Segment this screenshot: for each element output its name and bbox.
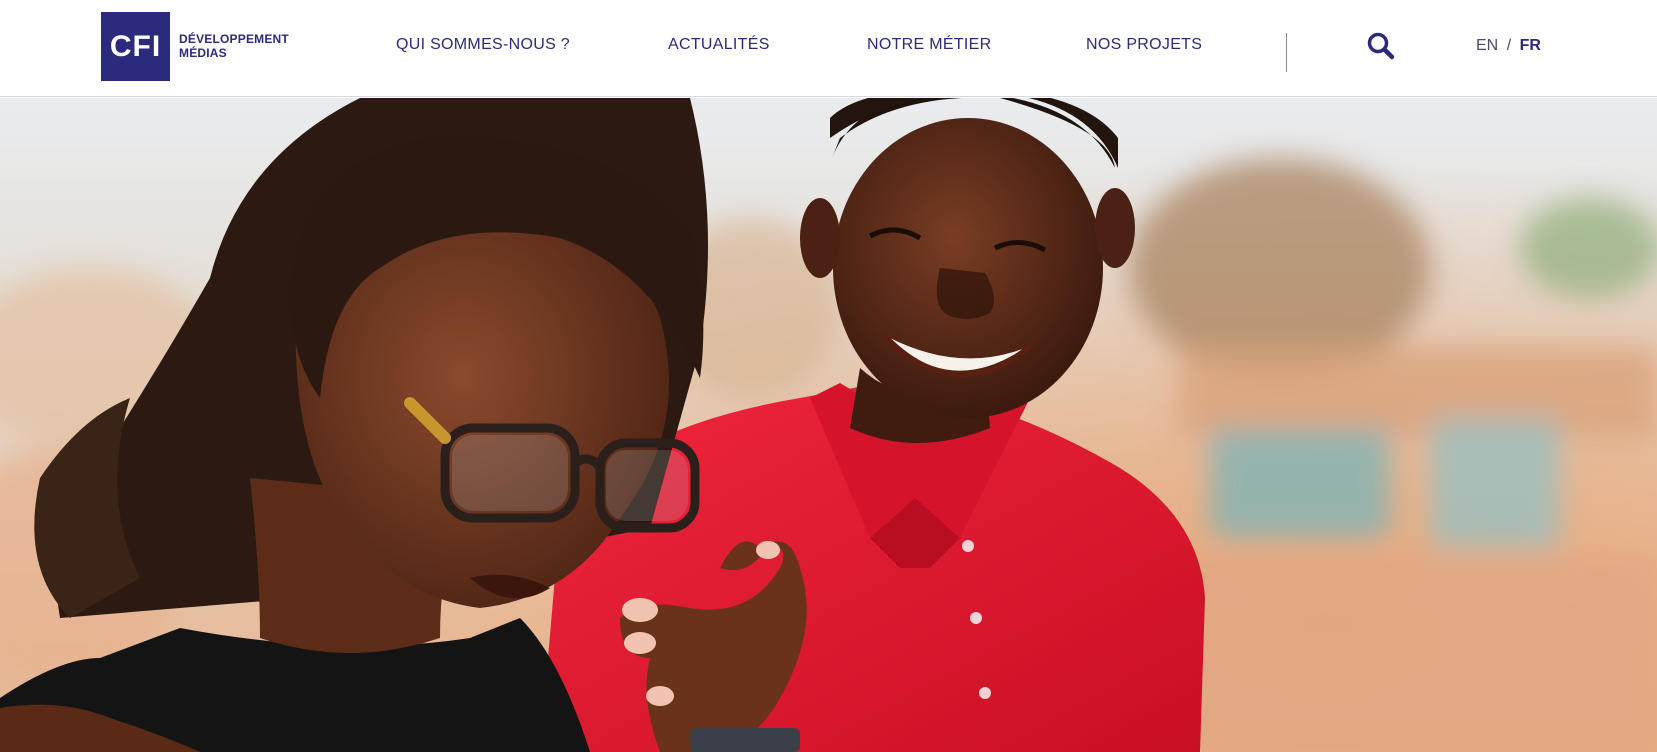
language-en[interactable]: EN — [1476, 37, 1498, 54]
nav-item-actualites[interactable]: ACTUALITÉS — [668, 36, 770, 54]
logo-tagline-line2: MÉDIAS — [179, 46, 227, 60]
language-switcher: EN / FR — [1476, 37, 1541, 55]
nav-item-notre-metier[interactable]: NOTRE MÉTIER — [867, 36, 992, 54]
nav-item-nos-projets[interactable]: NOS PROJETS — [1086, 36, 1202, 54]
hero-image — [0, 98, 1657, 752]
hero-photo — [0, 98, 1657, 752]
search-icon — [1367, 32, 1395, 60]
language-fr[interactable]: FR — [1520, 37, 1541, 54]
language-separator: / — [1506, 37, 1512, 54]
nav-divider — [1286, 33, 1287, 72]
logo-link[interactable]: CFI DÉVELOPPEMENT MÉDIAS — [101, 12, 289, 81]
nav-item-qui-sommes-nous[interactable]: QUI SOMMES-NOUS ? — [396, 36, 570, 54]
logo-mark: CFI — [101, 12, 170, 81]
search-button[interactable] — [1366, 31, 1396, 61]
logo-tagline: DÉVELOPPEMENT MÉDIAS — [179, 32, 289, 60]
site-header: CFI DÉVELOPPEMENT MÉDIAS QUI SOMMES-NOUS… — [0, 0, 1657, 97]
logo-tagline-line1: DÉVELOPPEMENT — [179, 32, 289, 46]
